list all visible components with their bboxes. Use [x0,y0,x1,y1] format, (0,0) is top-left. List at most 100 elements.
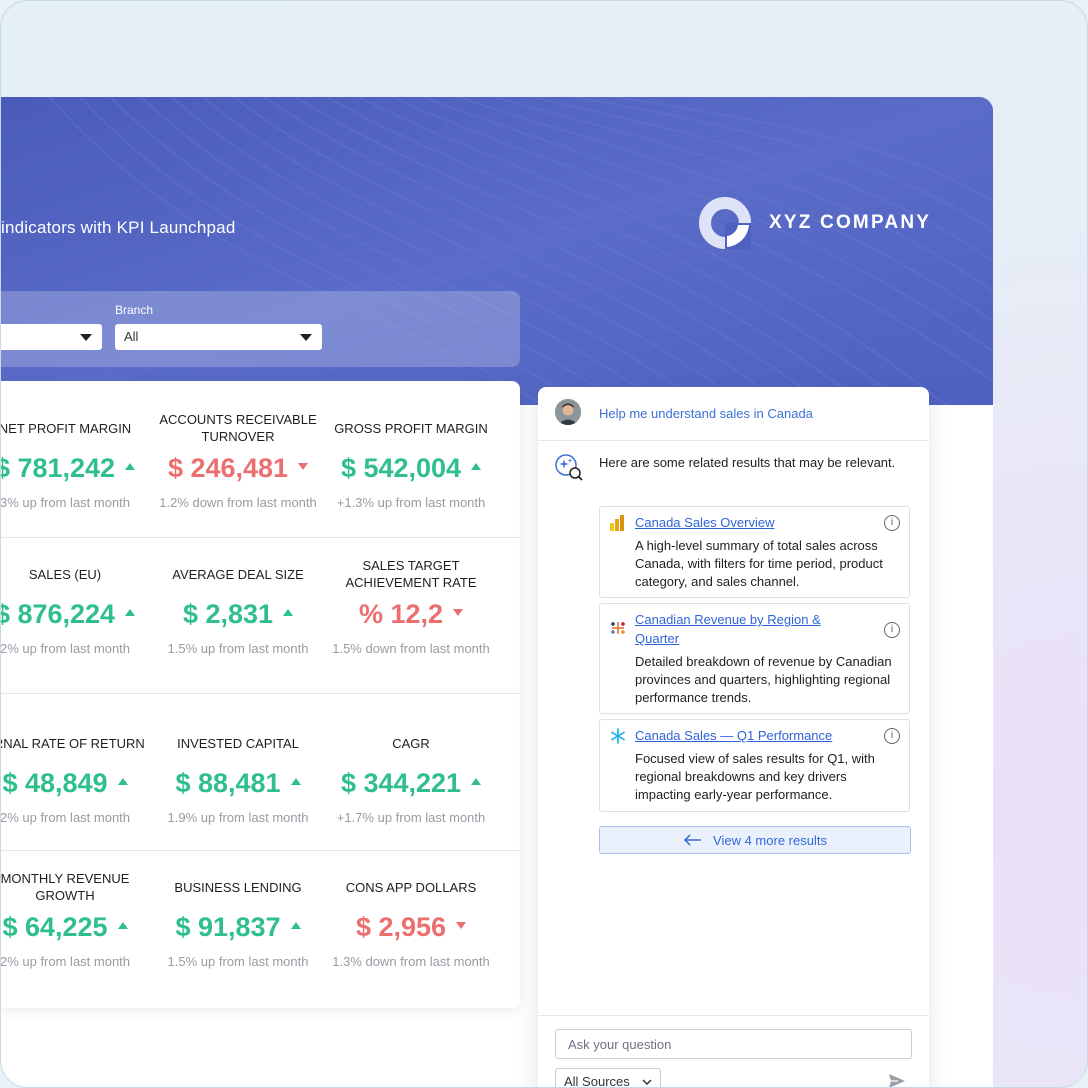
kpi-change: 2% up from last month [1,810,131,825]
chat-panel: Help me understand sales in Canada Here … [538,387,929,1088]
kpi-card[interactable]: INVESTED CAPITAL $ 88,481 1.9% up from l… [148,726,328,826]
kpi-card[interactable]: SALES (EU) $ 876,224 2% up from last mon… [1,557,155,656]
trend-arrow-icon [471,463,482,471]
page-title: indicators with KPI Launchpad [1,218,236,237]
kpi-change: 3% up from last month [1,495,131,510]
result-description: Focused view of sales results for Q1, wi… [635,751,875,802]
trend-arrow-icon [283,609,294,617]
kpi-card[interactable]: CONS APP DOLLARS $ 2,956 1.3% down from … [321,870,501,970]
result-card[interactable]: Canada Sales — Q1 Performance i Focused … [599,719,910,812]
kpi-card[interactable]: BUSINESS LENDING $ 91,837 1.5% up from l… [148,870,328,970]
kpi-value: $ 344,221 [340,768,462,798]
kpi-card[interactable]: GROSS PROFIT MARGIN $ 542,004 +1.3% up f… [321,411,501,511]
kpi-title: GROSS PROFIT MARGIN [334,420,488,436]
send-icon[interactable] [888,1073,906,1088]
question-input[interactable] [555,1029,912,1059]
kpi-value: $ 2,831 [182,599,274,629]
ai-search-icon [555,454,583,481]
trend-arrow-icon [290,922,301,930]
branch-select[interactable]: All [115,324,322,350]
view-more-label: View 4 more results [713,832,827,848]
kpi-card[interactable]: SALES TARGET ACHIEVEMENT RATE % 12,2 1.5… [321,557,501,656]
result-card[interactable]: Canada Sales Overview i A high-level sum… [599,506,910,598]
trend-arrow-icon [456,922,467,930]
result-description: A high-level summary of total sales acro… [635,538,883,589]
info-icon[interactable]: i [884,728,900,744]
kpi-row: MONTHLY REVENUE GROWTH $ 64,225 2% up fr… [1,850,520,1008]
kpi-grid: NET PROFIT MARGIN $ 781,242 3% up from l… [1,381,520,1008]
result-title-link[interactable]: Canada Sales — Q1 Performance [635,726,832,745]
result-card[interactable]: Canadian Revenue by Region & Quarter i D… [599,603,910,714]
kpi-title: MONTHLY REVENUE GROWTH [1,871,130,903]
info-icon[interactable]: i [884,515,900,531]
company-logo-icon [699,197,751,249]
kpi-title: CONS APP DOLLARS [345,879,477,895]
info-icon[interactable]: i [884,622,900,638]
kpi-title: BUSINESS LENDING [174,879,302,895]
trend-arrow-icon [117,922,128,930]
branch-select-value: All [124,329,139,344]
kpi-title: CAGR [392,735,430,751]
result-title-link[interactable]: Canada Sales Overview [635,513,774,532]
kpi-card[interactable]: CAGR $ 344,221 +1.7% up from last month [321,726,501,826]
kpi-change: 1.5% up from last month [167,641,309,656]
view-more-results-button[interactable]: View 4 more results [599,826,911,854]
kpi-card[interactable]: NET PROFIT MARGIN $ 781,242 3% up from l… [1,411,155,510]
trend-arrow-icon [453,609,464,617]
kpi-title: SALES (EU) [28,566,102,582]
sources-dropdown[interactable]: All Sources [555,1068,661,1088]
kpi-card[interactable]: AVERAGE DEAL SIZE $ 2,831 1.5% up from l… [148,557,328,657]
tableau-icon [611,622,625,634]
kpi-value: $ 876,224 [1,599,116,629]
kpi-card[interactable]: MONTHLY REVENUE GROWTH $ 64,225 2% up fr… [1,870,155,969]
chevron-down-icon [80,334,92,341]
kpi-value: $ 781,242 [1,453,116,483]
power-bi-icon [610,515,624,531]
user-query: Help me understand sales in Canada [599,406,813,421]
kpi-row: ERNAL RATE OF RETURN $ 48,849 2% up from… [1,693,520,851]
background-frame: indicators with KPI Launchpad XYZ COMPAN… [0,0,1088,1088]
kpi-title: AVERAGE DEAL SIZE [172,566,304,582]
kpi-change: 1.2% down from last month [159,495,317,510]
kpi-change: 1.3% down from last month [332,954,490,969]
chat-query-row: Help me understand sales in Canada [538,387,929,441]
kpi-change: +1.7% up from last month [336,810,486,825]
kpi-change: 1.5% down from last month [332,641,490,656]
kpi-value: $ 88,481 [175,768,281,798]
sources-dropdown-value: All Sources [564,1074,630,1088]
kpi-change: 1.9% up from last month [167,810,309,825]
user-avatar-icon [555,399,581,425]
trend-arrow-icon [290,778,301,786]
kpi-card[interactable]: ACCOUNTS RECEIVABLE TURNOVER $ 246,481 1… [148,411,328,510]
kpi-title: ACCOUNTS RECEIVABLE TURNOVER [159,412,317,444]
chat-input-area: All Sources [538,1015,929,1088]
trend-arrow-icon [298,463,309,471]
kpi-change: 2% up from last month [1,641,131,656]
chevron-down-icon [642,1079,652,1086]
filter-bar: Branch All [1,291,520,367]
filter-select-partial[interactable] [1,324,102,350]
kpi-title: NET PROFIT MARGIN [1,420,132,436]
kpi-row: NET PROFIT MARGIN $ 781,242 3% up from l… [1,381,520,538]
kpi-value: $ 91,837 [175,912,281,942]
result-description: Detailed breakdown of revenue by Canadia… [635,654,892,705]
avatar [555,399,581,425]
kpi-card[interactable]: ERNAL RATE OF RETURN $ 48,849 2% up from… [1,726,155,826]
company-brand: XYZ COMPANY [698,196,931,250]
dashboard-window: indicators with KPI Launchpad XYZ COMPAN… [1,97,993,1088]
kpi-value: $ 2,956 [355,912,447,942]
kpi-value: $ 542,004 [340,453,462,483]
arrow-left-icon [683,834,702,846]
ai-response-text: Here are some related results that may b… [599,455,896,470]
result-title-link[interactable]: Canadian Revenue by Region & Quarter [635,610,855,648]
trend-arrow-icon [125,609,136,617]
trend-arrow-icon [117,778,128,786]
kpi-change: +1.3% up from last month [336,495,486,510]
trend-arrow-icon [471,778,482,786]
snowflake-icon [611,728,625,744]
kpi-change: 2% up from last month [1,954,131,969]
chevron-down-icon [300,334,312,341]
kpi-value: $ 246,481 [167,453,289,483]
branch-label: Branch [115,303,154,317]
trend-arrow-icon [125,463,136,471]
